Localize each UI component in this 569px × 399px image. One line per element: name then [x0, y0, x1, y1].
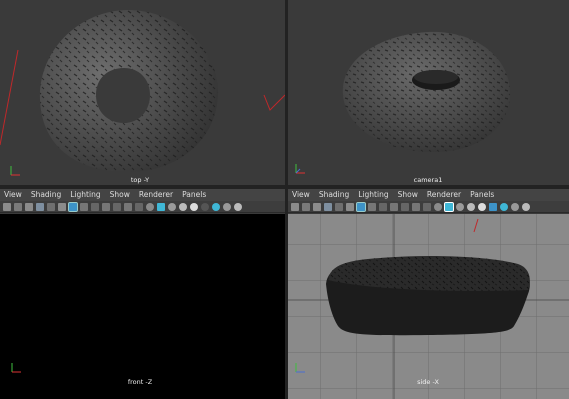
stats-icon[interactable] — [346, 202, 354, 211]
resolution-gate-icon[interactable] — [379, 202, 387, 211]
menu-panels[interactable]: Panels — [470, 189, 494, 201]
lights-icon[interactable] — [190, 202, 198, 211]
ambient-occlusion-icon[interactable] — [522, 202, 530, 211]
menu-shading[interactable]: Shading — [31, 189, 61, 201]
bounding-box-icon[interactable] — [456, 202, 464, 211]
axis-gizmo-icon — [10, 166, 20, 176]
film-gate-icon[interactable] — [80, 202, 88, 211]
viewport-camera[interactable]: camera1 — [288, 0, 569, 185]
menu-view[interactable]: View — [292, 189, 310, 201]
menu-shading[interactable]: Shading — [319, 189, 349, 201]
menu-show[interactable]: Show — [110, 189, 130, 201]
panel-toolbar — [0, 201, 285, 213]
field-chart-icon[interactable] — [113, 202, 121, 211]
safe-action-icon[interactable] — [412, 202, 420, 211]
film-icon[interactable] — [14, 202, 22, 211]
menu-renderer[interactable]: Renderer — [427, 189, 461, 201]
xray-icon[interactable] — [511, 202, 519, 211]
vertical-divider[interactable] — [285, 0, 288, 399]
bookmark-icon[interactable] — [25, 202, 33, 211]
safe-title-icon[interactable] — [135, 202, 143, 211]
viewport-label: front -Z — [127, 378, 153, 386]
menu-show[interactable]: Show — [398, 189, 418, 201]
resolution-gate-icon[interactable] — [91, 202, 99, 211]
menu-view[interactable]: View — [4, 189, 22, 201]
field-chart-icon[interactable] — [401, 202, 409, 211]
donut-perspective-view — [342, 31, 511, 153]
film-gate-icon[interactable] — [368, 202, 376, 211]
donut-top-view — [0, 10, 285, 172]
side-viewport-canvas[interactable]: side -X — [288, 214, 569, 399]
smooth-shade-icon[interactable] — [157, 202, 165, 211]
menu-panels[interactable]: Panels — [182, 189, 206, 201]
menu-renderer[interactable]: Renderer — [139, 189, 173, 201]
shadows-icon[interactable] — [489, 202, 497, 211]
viewport-side[interactable]: View Shading Lighting Show Renderer Pane… — [288, 189, 569, 399]
safe-action-icon[interactable] — [124, 202, 132, 211]
donut-side-view — [288, 214, 569, 399]
image-plane-icon[interactable] — [324, 202, 332, 211]
image-plane-icon[interactable] — [36, 202, 44, 211]
shadows-icon[interactable] — [201, 202, 209, 211]
panel-menu-bar: View Shading Lighting Show Renderer Pane… — [288, 189, 569, 201]
panel-toolbar — [288, 201, 569, 213]
transform-icon[interactable] — [47, 202, 55, 211]
maya-four-panel-layout: top -Y camera1 View Shading Lighting Sho… — [0, 0, 569, 399]
menu-lighting[interactable]: Lighting — [358, 189, 388, 201]
textures-icon[interactable] — [179, 202, 187, 211]
textures-icon[interactable] — [467, 202, 475, 211]
axis-gizmo-icon — [11, 363, 21, 373]
safe-title-icon[interactable] — [423, 202, 431, 211]
viewport-front[interactable]: View Shading Lighting Show Renderer Pane… — [0, 189, 285, 399]
panel-menu-bar: View Shading Lighting Show Renderer Pane… — [0, 189, 285, 201]
axis-gizmo-icon — [295, 164, 305, 174]
stats-icon[interactable] — [58, 202, 66, 211]
smooth-shade-icon[interactable] — [444, 201, 454, 212]
bounding-box-icon[interactable] — [168, 202, 176, 211]
ambient-occlusion-icon[interactable] — [234, 202, 242, 211]
wireframe-icon[interactable] — [146, 202, 154, 211]
viewport-label: side -X — [417, 378, 439, 386]
camera-icon[interactable] — [3, 202, 11, 211]
transform-icon[interactable] — [335, 202, 343, 211]
horizontal-divider[interactable] — [0, 185, 569, 189]
camera-icon[interactable] — [291, 202, 299, 211]
viewport-label: camera1 — [413, 176, 443, 184]
xray-icon[interactable] — [223, 202, 231, 211]
viewport-top[interactable]: top -Y — [0, 0, 285, 185]
grid-view-icon[interactable] — [68, 201, 78, 212]
wireframe-icon[interactable] — [434, 202, 442, 211]
bookmark-icon[interactable] — [313, 202, 321, 211]
grid-view-icon[interactable] — [356, 201, 366, 212]
lights-icon[interactable] — [478, 202, 486, 211]
front-viewport-canvas[interactable]: front -Z — [0, 214, 285, 399]
film-icon[interactable] — [302, 202, 310, 211]
viewport-label: top -Y — [130, 176, 150, 184]
axis-gizmo-icon — [295, 363, 305, 373]
gate-mask-icon[interactable] — [390, 202, 398, 211]
isolate-icon[interactable] — [212, 202, 220, 211]
menu-lighting[interactable]: Lighting — [70, 189, 100, 201]
isolate-icon[interactable] — [500, 202, 508, 211]
gate-mask-icon[interactable] — [102, 202, 110, 211]
